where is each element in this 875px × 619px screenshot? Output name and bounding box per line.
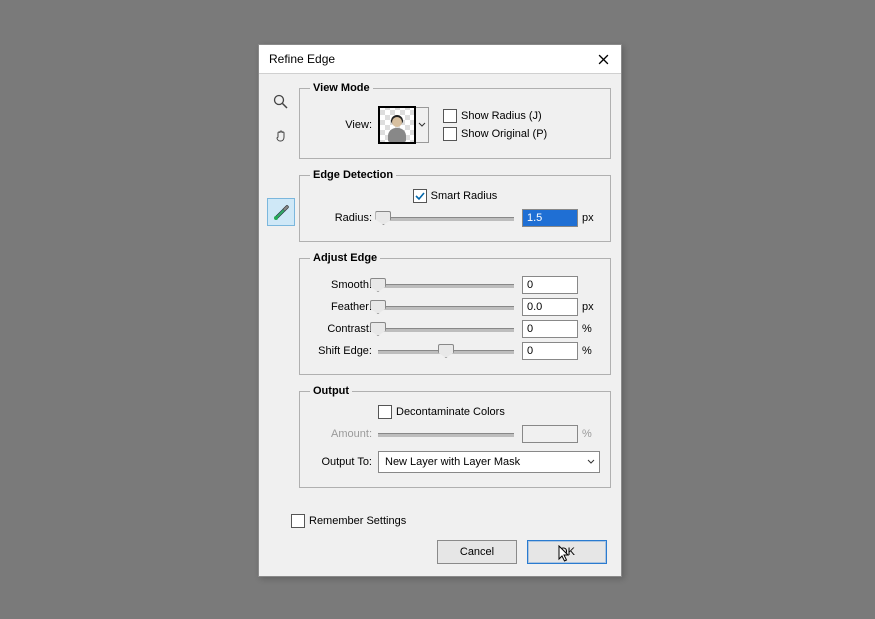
decontaminate-checkbox[interactable]: [378, 405, 392, 419]
feather-input[interactable]: [522, 298, 578, 316]
show-radius-label: Show Radius (J): [461, 110, 542, 122]
output-to-select[interactable]: New Layer with Layer Mask: [378, 451, 600, 473]
magnifier-icon: [273, 94, 289, 110]
show-original-checkbox[interactable]: [443, 127, 457, 141]
amount-unit: %: [578, 428, 600, 440]
output-to-value: New Layer with Layer Mask: [385, 456, 520, 468]
show-original-label: Show Original (P): [461, 128, 547, 140]
zoom-tool[interactable]: [267, 88, 295, 116]
feather-unit: px: [578, 301, 600, 313]
smooth-input[interactable]: [522, 276, 578, 294]
view-thumbnail[interactable]: [378, 106, 416, 144]
dialog-footer: Remember Settings Cancel OK: [259, 508, 621, 576]
output-group: Output Decontaminate Colors Amount: % Ou…: [299, 385, 611, 488]
refine-radius-tool[interactable]: [267, 198, 295, 226]
cancel-button[interactable]: Cancel: [437, 540, 517, 564]
edge-detection-legend: Edge Detection: [310, 169, 396, 181]
contrast-unit: %: [578, 323, 600, 335]
hand-icon: [273, 128, 289, 144]
smart-radius-label: Smart Radius: [431, 190, 498, 202]
edge-detection-group: Edge Detection Smart Radius Radius: px: [299, 169, 611, 242]
tool-strip: [263, 82, 299, 498]
output-legend: Output: [310, 385, 352, 397]
contrast-slider[interactable]: [378, 322, 514, 336]
refine-edge-dialog: Refine Edge View Mode View:: [258, 44, 622, 577]
adjust-edge-legend: Adjust Edge: [310, 252, 380, 264]
brush-icon: [272, 203, 290, 221]
hand-tool[interactable]: [267, 122, 295, 150]
contrast-input[interactable]: [522, 320, 578, 338]
view-mode-group: View Mode View: Show Radius (J: [299, 82, 611, 159]
radius-slider[interactable]: [378, 211, 514, 225]
contrast-label: Contrast:: [310, 323, 378, 335]
remember-settings-label: Remember Settings: [309, 515, 406, 527]
dialog-title: Refine Edge: [269, 52, 335, 66]
view-dropdown[interactable]: [416, 107, 429, 143]
shift-edge-unit: %: [578, 345, 600, 357]
close-icon: [598, 54, 609, 65]
smooth-slider[interactable]: [378, 278, 514, 292]
ok-button[interactable]: OK: [527, 540, 607, 564]
amount-slider: [378, 427, 514, 441]
smooth-label: Smooth:: [310, 279, 378, 291]
decontaminate-label: Decontaminate Colors: [396, 406, 505, 418]
chevron-down-icon: [587, 459, 595, 465]
radius-label: Radius:: [310, 212, 378, 224]
view-preview-icon: [386, 116, 408, 142]
chevron-down-icon: [418, 122, 426, 128]
view-mode-legend: View Mode: [310, 82, 373, 94]
smart-radius-checkbox[interactable]: [413, 189, 427, 203]
amount-label: Amount:: [310, 428, 378, 440]
radius-input[interactable]: [522, 209, 578, 227]
shift-edge-label: Shift Edge:: [310, 345, 378, 357]
adjust-edge-group: Adjust Edge Smooth: Feather: px Contrast…: [299, 252, 611, 375]
radius-unit: px: [578, 212, 600, 224]
shift-edge-slider[interactable]: [378, 344, 514, 358]
close-button[interactable]: [593, 49, 613, 69]
amount-input: [522, 425, 578, 443]
feather-slider[interactable]: [378, 300, 514, 314]
show-radius-checkbox[interactable]: [443, 109, 457, 123]
titlebar: Refine Edge: [259, 45, 621, 74]
view-label: View:: [310, 119, 378, 131]
feather-label: Feather:: [310, 301, 378, 313]
output-to-label: Output To:: [310, 456, 378, 468]
shift-edge-input[interactable]: [522, 342, 578, 360]
remember-settings-checkbox[interactable]: [291, 514, 305, 528]
